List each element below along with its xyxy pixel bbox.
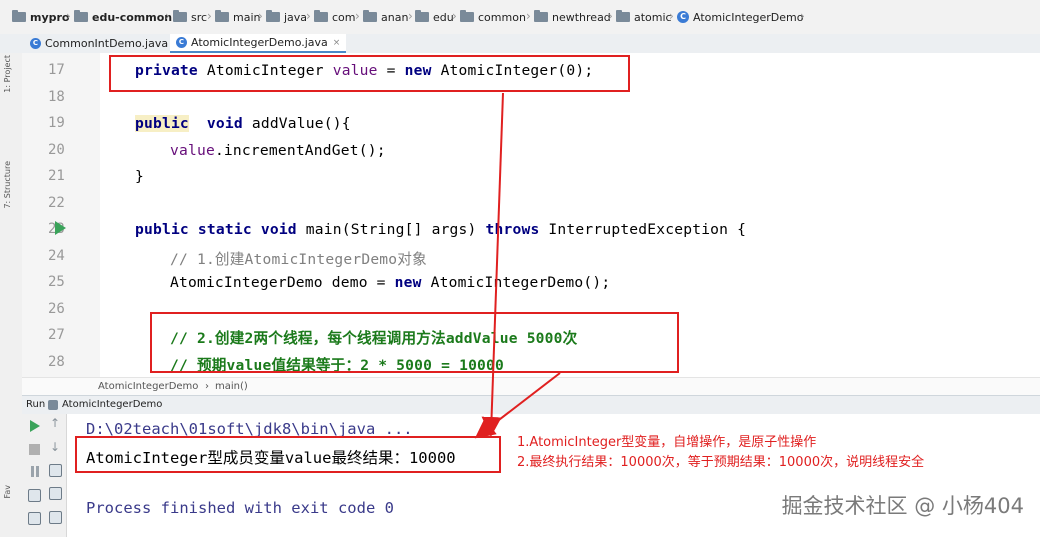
arrow-field-to-result [481, 92, 504, 437]
annotation-note-1: 1.AtomicInteger型变量，自增操作，是原子性操作 [517, 435, 817, 450]
arrow-comment-to-result [474, 372, 561, 439]
watermark: 掘金技术社区 @ 小杨404 [781, 494, 1024, 518]
annotation-note-2: 2.最终执行结果：10000次，等于预期结果：10000次，说明线程安全 [517, 455, 925, 470]
